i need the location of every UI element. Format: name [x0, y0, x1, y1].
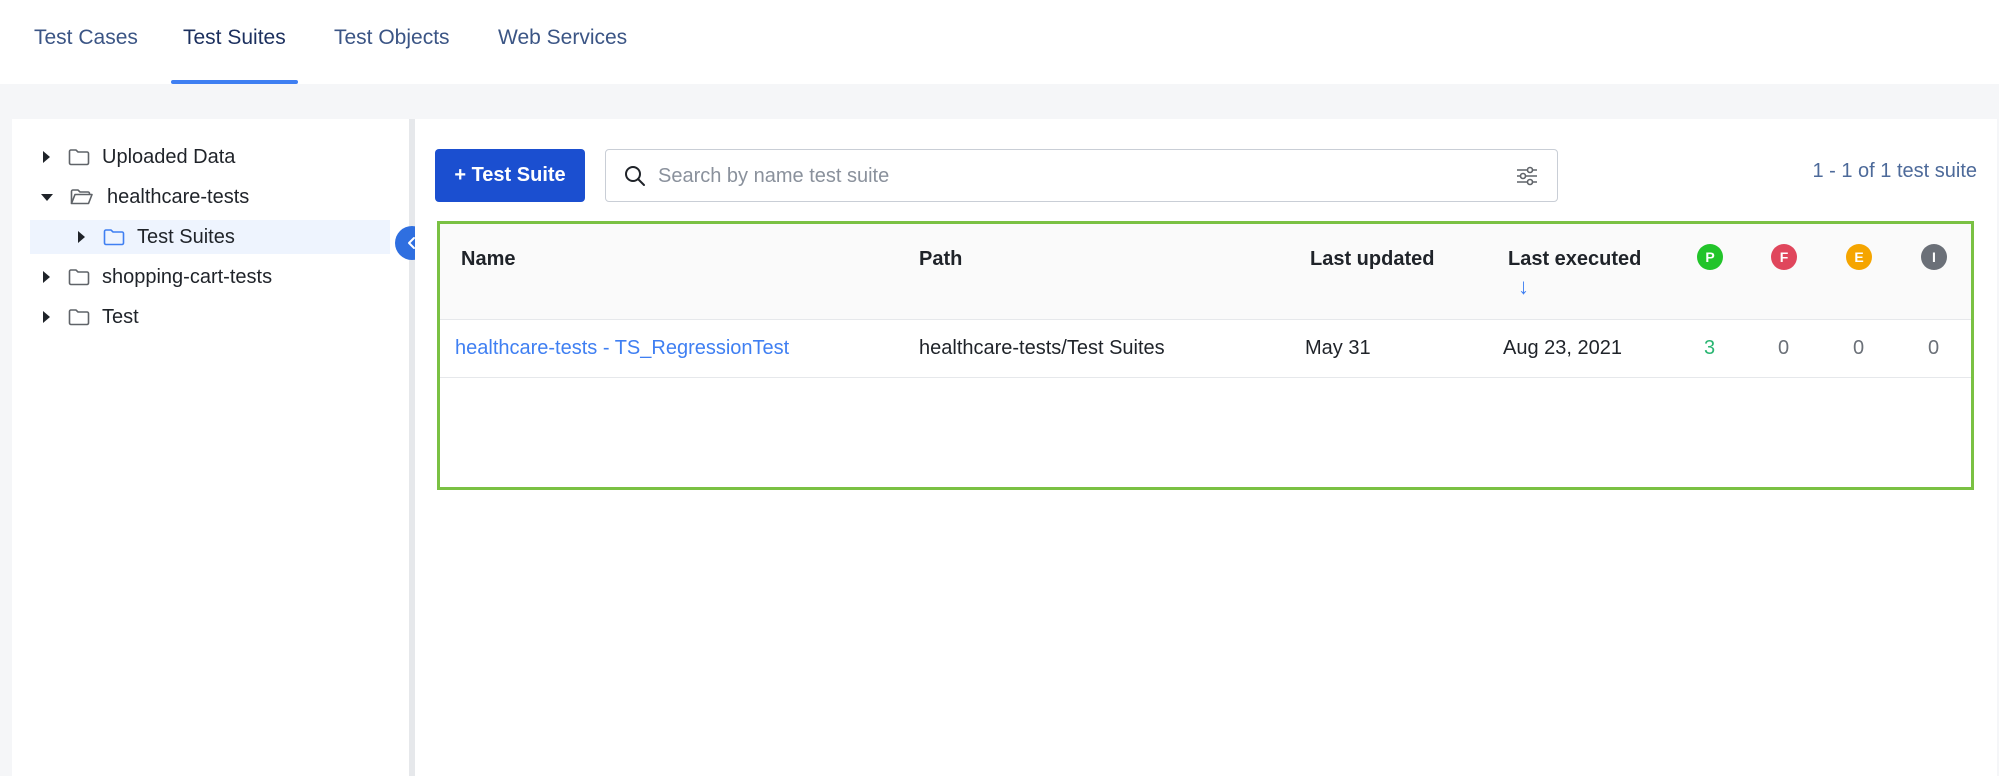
test-suite-path: healthcare-tests/Test Suites [919, 337, 1165, 359]
tab-test-cases[interactable]: Test Cases [34, 26, 138, 84]
error-status-icon: E [1846, 244, 1872, 270]
sort-descending-icon[interactable]: ↓ [1518, 274, 1529, 300]
failed-status-icon: F [1771, 244, 1797, 270]
passed-count: 3 [1704, 337, 1716, 359]
column-header-last-executed[interactable]: Last executed [1508, 248, 1641, 271]
active-tab-underline [171, 80, 298, 84]
search-icon [625, 166, 645, 186]
search-input[interactable] [658, 160, 1478, 192]
caret-right-icon[interactable] [43, 151, 50, 163]
column-header-name[interactable]: Name [461, 248, 515, 271]
tab-test-objects[interactable]: Test Objects [334, 26, 450, 84]
folder-icon [68, 269, 90, 286]
test-suite-last-executed: Aug 23, 2021 [1503, 337, 1622, 359]
incomplete-count: 0 [1928, 337, 1940, 359]
tree-item-label: Uploaded Data [102, 145, 236, 168]
tab-web-services[interactable]: Web Services [498, 26, 627, 84]
folder-open-icon [70, 189, 93, 205]
top-tab-bar: Test Cases Test Suites Test Objects Web … [0, 0, 1999, 84]
folder-icon [68, 309, 90, 326]
folder-icon [68, 149, 90, 166]
failed-count: 0 [1778, 337, 1790, 359]
table-row[interactable]: healthcare-tests - TS_RegressionTest hea… [440, 320, 1971, 378]
tree-item-shopping-cart-tests[interactable]: shopping-cart-tests [30, 260, 390, 294]
folder-tree-panel [12, 119, 409, 776]
tree-item-test-suites[interactable]: Test Suites [30, 220, 390, 254]
pagination-summary: 1 - 1 of 1 test suite [1812, 160, 1977, 182]
test-suites-table: Name Path Last updated Last executed ↓ P… [437, 221, 1974, 490]
tab-test-suites-label: Test Suites [183, 26, 286, 49]
tree-item-healthcare-tests[interactable]: healthcare-tests [30, 180, 390, 214]
caret-down-icon[interactable] [41, 193, 53, 201]
tab-test-suites[interactable]: Test Suites [171, 26, 298, 84]
table-header: Name Path Last updated Last executed ↓ P… [440, 224, 1971, 320]
caret-right-icon[interactable] [78, 231, 85, 243]
tree-item-label: Test Suites [137, 225, 235, 248]
caret-right-icon[interactable] [43, 271, 50, 283]
incomplete-status-icon: I [1921, 244, 1947, 270]
tree-item-label: Test [102, 305, 139, 328]
test-suite-name-link[interactable]: healthcare-tests - TS_RegressionTest [455, 337, 789, 360]
column-header-last-updated[interactable]: Last updated [1310, 248, 1434, 271]
test-suite-last-updated: May 31 [1305, 337, 1371, 359]
tree-item-label: shopping-cart-tests [102, 265, 273, 288]
caret-right-icon[interactable] [43, 311, 50, 323]
column-header-path[interactable]: Path [919, 248, 962, 271]
tree-item-uploaded-data[interactable]: Uploaded Data [30, 140, 390, 174]
tree-item-test[interactable]: Test [30, 300, 390, 334]
error-count: 0 [1853, 337, 1865, 359]
passed-status-icon: P [1697, 244, 1723, 270]
search-box [605, 149, 1558, 202]
add-test-suite-button[interactable]: + Test Suite [435, 149, 585, 202]
folder-icon [103, 229, 125, 246]
tree-item-label: healthcare-tests [107, 185, 250, 208]
filter-sliders-icon[interactable] [1516, 166, 1538, 186]
